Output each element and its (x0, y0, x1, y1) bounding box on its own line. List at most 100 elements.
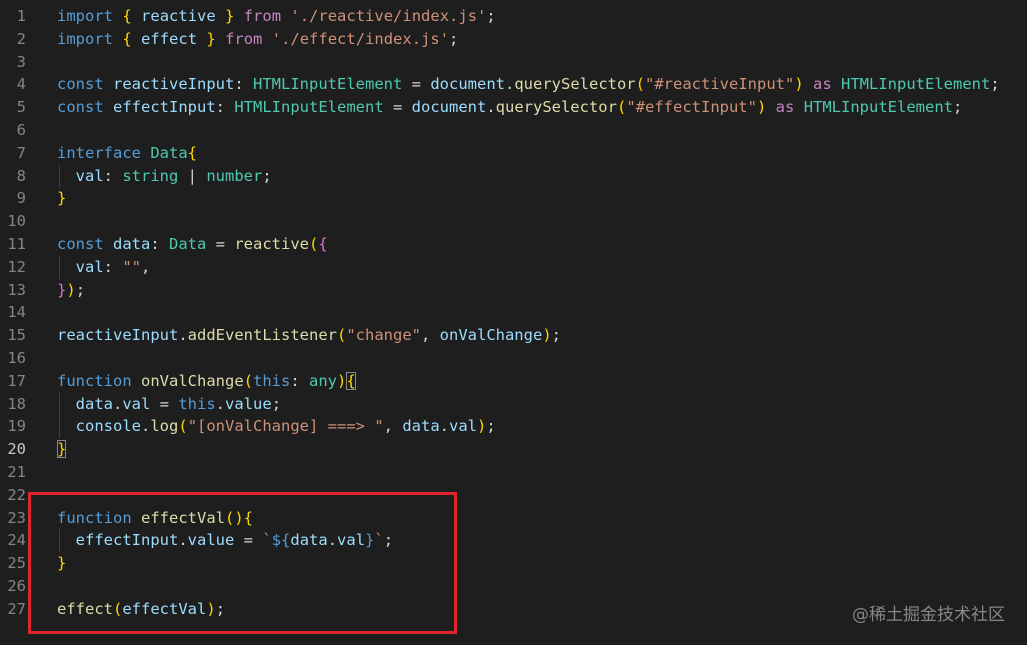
code-text[interactable]: val: string | number; (57, 165, 272, 188)
code-token: ) (477, 417, 487, 436)
code-token: ; (271, 394, 282, 413)
code-text[interactable]: data.val = this.value; (57, 393, 281, 416)
code-line[interactable]: 10 (0, 210, 1027, 233)
code-token: querySelector (514, 75, 636, 94)
code-token: "change" (346, 326, 421, 345)
code-text[interactable]: const data: Data = reactive({ (57, 233, 328, 256)
line-number[interactable]: 6 (0, 119, 26, 142)
line-number[interactable]: 13 (0, 279, 26, 302)
line-number[interactable]: 26 (0, 575, 26, 598)
code-line[interactable]: 21 (0, 461, 1027, 484)
code-token: { (346, 371, 356, 390)
code-token: addEventListener (187, 326, 337, 345)
line-number[interactable]: 1 (0, 5, 26, 28)
code-token: HTMLInputElement (234, 98, 384, 117)
code-line[interactable]: 17 function onValChange(this: any){ (0, 370, 1027, 393)
code-text[interactable]: import { reactive } from './reactive/ind… (57, 5, 496, 28)
code-token: HTMLInputElement (253, 75, 403, 94)
code-line[interactable]: 16 (0, 347, 1027, 370)
line-number[interactable]: 10 (0, 210, 26, 233)
code-text[interactable]: const effectInput: HTMLInputElement = do… (57, 96, 962, 119)
code-line[interactable]: 8 val: string | number; (0, 164, 1027, 188)
code-token: as (775, 98, 795, 117)
code-line[interactable]: 3 (0, 51, 1027, 74)
code-token: HTMLInputElement (841, 75, 991, 94)
code-token: import (57, 29, 113, 48)
code-text[interactable]: const reactiveInput: HTMLInputElement = … (57, 73, 1000, 96)
code-line[interactable]: 11 const data: Data = reactive({ (0, 233, 1027, 256)
code-token: function (57, 371, 132, 390)
code-token: . (486, 98, 496, 117)
line-number[interactable]: 12 (0, 256, 26, 279)
line-number[interactable]: 3 (0, 51, 26, 74)
code-token: log (150, 417, 179, 436)
line-number[interactable]: 21 (0, 461, 26, 484)
line-number[interactable]: 22 (0, 484, 26, 507)
code-text[interactable]: reactiveInput.addEventListener("change",… (57, 324, 561, 347)
code-token: . (215, 394, 226, 413)
code-token: value (225, 394, 272, 413)
line-number[interactable]: 24 (0, 529, 26, 552)
line-number[interactable]: 16 (0, 347, 26, 370)
code-token: document (411, 98, 487, 117)
line-number[interactable]: 23 (0, 507, 26, 530)
code-text[interactable]: interface Data{ (57, 142, 197, 165)
code-editor[interactable]: 1 import { reactive } from './reactive/in… (0, 0, 1027, 645)
code-line[interactable]: 18 data.val = this.value; (0, 392, 1027, 416)
code-line[interactable]: 5 const effectInput: HTMLInputElement = d… (0, 96, 1027, 119)
code-line[interactable]: 6 (0, 119, 1027, 142)
line-number[interactable]: 15 (0, 324, 26, 347)
code-token: "#effectInput" (626, 98, 757, 117)
code-line[interactable]: 12 val: "", (0, 255, 1027, 279)
line-number[interactable]: 20 (0, 438, 26, 461)
code-token: } (57, 189, 67, 208)
line-number[interactable]: 17 (0, 370, 26, 393)
line-number[interactable]: 7 (0, 142, 26, 165)
code-token: HTMLInputElement (803, 98, 953, 117)
code-text[interactable]: } (57, 187, 66, 210)
code-text[interactable]: } (57, 438, 67, 461)
code-text[interactable]: function onValChange(this: any){ (57, 370, 356, 393)
code-token: interface (57, 143, 141, 162)
line-number[interactable]: 18 (0, 393, 26, 416)
code-line[interactable]: 1 import { reactive } from './reactive/in… (0, 5, 1027, 28)
code-text[interactable]: }); (57, 279, 85, 302)
code-token: = (402, 75, 431, 94)
line-number[interactable]: 27 (0, 598, 26, 621)
code-line[interactable]: 9} (0, 187, 1027, 210)
line-number[interactable]: 19 (0, 415, 26, 438)
code-text[interactable]: import { effect } from './effect/index.j… (57, 28, 458, 51)
code-text[interactable]: console.log("[onValChange] ===> ", data.… (57, 415, 496, 438)
code-token: = (383, 98, 412, 117)
code-line[interactable]: 2 import { effect } from './effect/index.… (0, 28, 1027, 51)
code-token: . (178, 326, 188, 345)
code-token: querySelector (495, 98, 617, 117)
code-token: string (122, 166, 179, 185)
code-line[interactable]: 13}); (0, 279, 1027, 302)
code-token: import (57, 7, 113, 25)
code-text[interactable]: val: "", (57, 256, 151, 279)
line-number[interactable]: 2 (0, 28, 26, 51)
line-number[interactable]: 25 (0, 552, 26, 575)
code-line[interactable]: 7 interface Data{ (0, 142, 1027, 165)
line-number[interactable]: 4 (0, 73, 26, 96)
code-line[interactable]: 19 console.log("[onValChange] ===> ", da… (0, 415, 1027, 439)
line-number[interactable]: 11 (0, 233, 26, 256)
line-number[interactable]: 14 (0, 301, 26, 324)
line-number[interactable]: 9 (0, 187, 26, 210)
code-line[interactable]: 20} (0, 438, 1027, 461)
line-number[interactable]: 8 (0, 165, 26, 188)
code-token: : (103, 166, 123, 185)
code-token: val (122, 394, 151, 413)
code-line[interactable]: 14 (0, 301, 1027, 324)
code-line[interactable]: 15 reactiveInput.addEventListener("change… (0, 324, 1027, 347)
code-token: const (57, 234, 104, 253)
code-line[interactable]: 4 const reactiveInput: HTMLInputElement =… (0, 73, 1027, 96)
code-token: = (206, 234, 235, 253)
line-number[interactable]: 5 (0, 96, 26, 119)
